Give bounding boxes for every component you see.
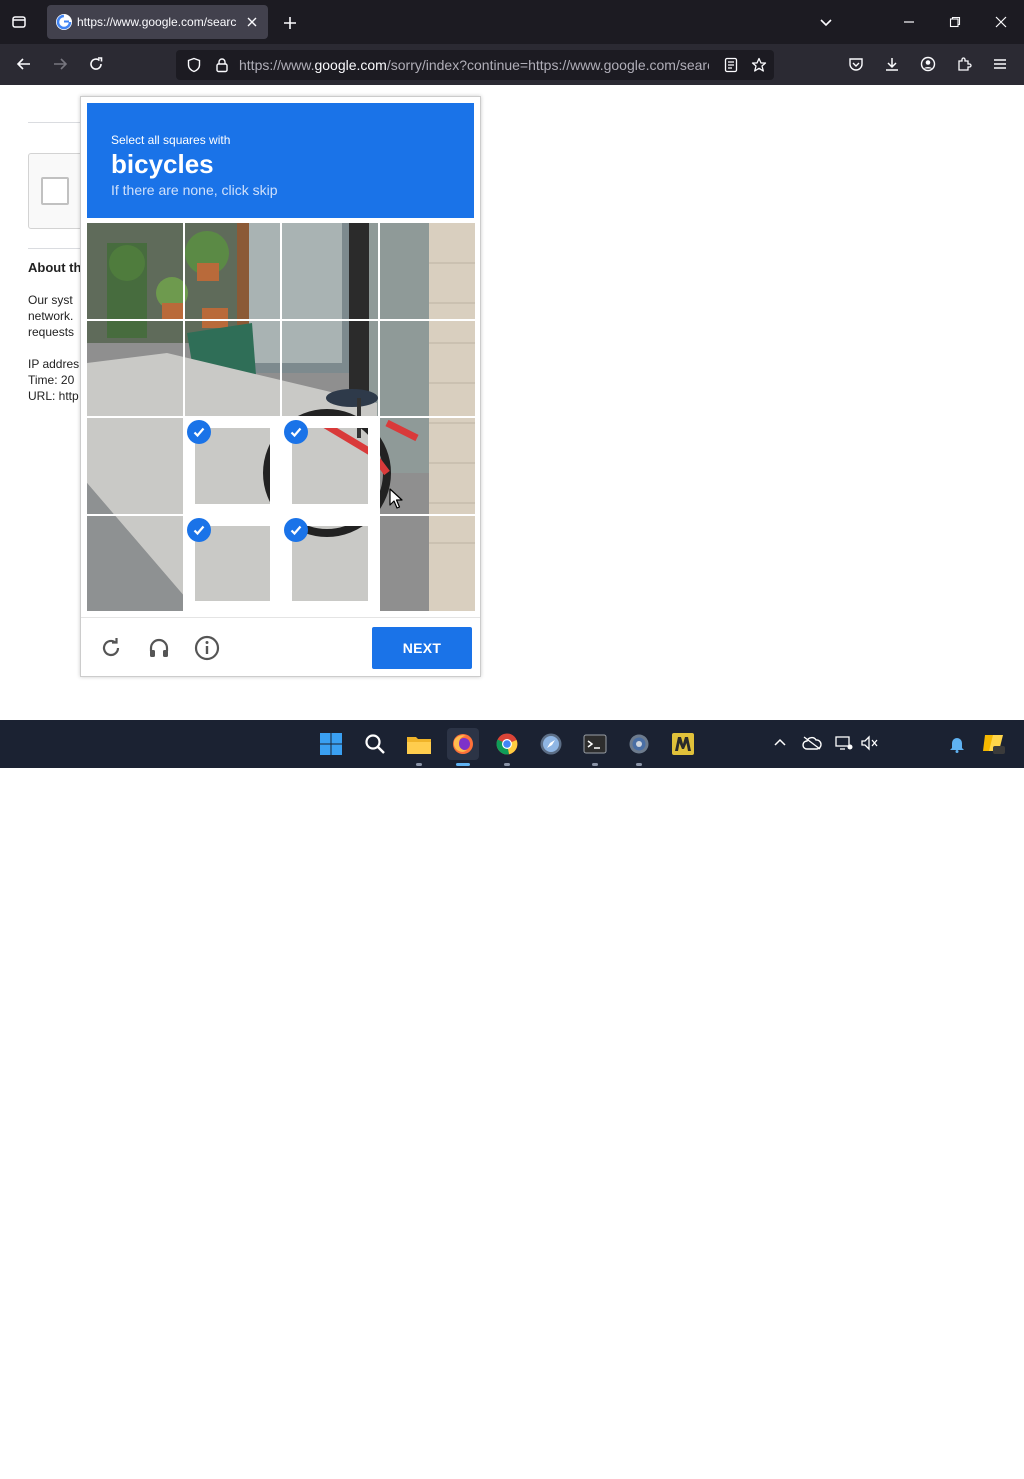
image-tile[interactable] xyxy=(380,223,476,319)
recaptcha-checkbox-widget[interactable] xyxy=(28,153,88,229)
account-icon[interactable] xyxy=(917,53,939,75)
tab-bar: https://www.google.com/searc xyxy=(0,0,1024,44)
address-bar[interactable]: https://www.google.com/sorry/index?conti… xyxy=(176,50,774,80)
windows-taskbar: 2:20 PM 4/1/2024 xyxy=(0,720,1024,1479)
challenge-header: Select all squares with bicycles If ther… xyxy=(87,103,474,218)
minimize-window-icon[interactable] xyxy=(898,11,920,33)
url-prefix: https://www. xyxy=(239,57,315,73)
image-tile[interactable] xyxy=(185,223,281,319)
reload-challenge-icon[interactable] xyxy=(97,634,125,662)
about-line-2: network. xyxy=(28,309,74,323)
tile-selected-check-icon xyxy=(284,420,308,444)
new-tab-icon[interactable] xyxy=(279,12,301,34)
help-info-icon[interactable] xyxy=(193,634,221,662)
image-tile[interactable] xyxy=(282,223,378,319)
about-line-3: requests xyxy=(28,325,75,339)
settings-icon[interactable] xyxy=(623,728,655,766)
extensions-puzzle-icon[interactable] xyxy=(953,53,975,75)
challenge-instruction: Select all squares with xyxy=(111,133,231,147)
tab-overflow-chevron-icon[interactable] xyxy=(815,11,837,33)
safari-like-icon[interactable] xyxy=(535,728,567,760)
m-app-icon[interactable] xyxy=(667,728,699,760)
ip-address-label: IP addres xyxy=(28,357,80,371)
url-text[interactable]: https://www.google.com/sorry/index?conti… xyxy=(239,57,709,73)
bookmark-star-icon[interactable] xyxy=(749,55,769,75)
audio-challenge-headphones-icon[interactable] xyxy=(145,634,173,662)
google-favicon-icon xyxy=(56,14,72,30)
challenge-target-object: bicycles xyxy=(111,149,214,179)
image-tile[interactable] xyxy=(282,321,378,417)
image-tile[interactable] xyxy=(282,515,378,611)
image-tile[interactable] xyxy=(282,418,378,514)
tab-title: https://www.google.com/searc xyxy=(77,15,237,29)
onedrive-cloud-icon[interactable] xyxy=(801,733,823,753)
image-tile[interactable] xyxy=(185,321,281,417)
downloads-icon[interactable] xyxy=(881,53,903,75)
windows-start-icon[interactable] xyxy=(315,728,347,760)
grid-separator xyxy=(377,223,380,611)
terminal-icon[interactable] xyxy=(579,728,611,766)
show-hidden-icons-chevron-icon[interactable] xyxy=(770,733,790,753)
grid-separator xyxy=(87,416,475,418)
close-tab-icon[interactable] xyxy=(243,13,261,31)
close-window-icon[interactable] xyxy=(990,11,1012,33)
image-tile[interactable] xyxy=(184,418,280,514)
divider xyxy=(28,248,88,249)
url-label: URL: http xyxy=(28,389,79,403)
image-tile-grid xyxy=(87,223,475,611)
chrome-icon[interactable] xyxy=(491,728,523,766)
mouse-cursor-icon xyxy=(389,488,403,509)
tile-selected-check-icon xyxy=(186,517,211,542)
recaptcha-challenge: Select all squares with bicycles If ther… xyxy=(80,96,481,677)
time-label: Time: 20 xyxy=(28,373,75,387)
tab-list-icon[interactable] xyxy=(8,11,30,33)
recaptcha-checkbox[interactable] xyxy=(41,177,69,205)
forward-arrow-icon[interactable] xyxy=(49,53,71,75)
image-tile[interactable] xyxy=(87,516,183,612)
volume-muted-icon[interactable] xyxy=(858,733,880,753)
firefox-icon[interactable] xyxy=(447,728,479,766)
restore-window-icon[interactable] xyxy=(944,11,966,33)
reader-view-icon[interactable] xyxy=(721,55,741,75)
image-tile[interactable] xyxy=(380,321,476,417)
clock-date[interactable]: 4/1/2024 xyxy=(884,1465,948,1479)
copilot-pre-icon[interactable] xyxy=(980,730,1006,756)
image-tile[interactable] xyxy=(87,223,183,319)
back-arrow-icon[interactable] xyxy=(13,53,35,75)
url-domain: google.com xyxy=(314,57,387,73)
image-tile[interactable] xyxy=(87,418,183,514)
reload-icon[interactable] xyxy=(85,53,107,75)
hamburger-menu-icon[interactable] xyxy=(989,53,1011,75)
network-icon[interactable] xyxy=(833,733,855,753)
image-tile[interactable] xyxy=(380,516,476,612)
notification-bell-icon[interactable] xyxy=(946,733,968,755)
tile-selected-check-icon xyxy=(284,517,308,542)
challenge-hint: If there are none, click skip xyxy=(111,182,278,198)
about-heading: About th xyxy=(28,260,82,275)
grid-separator xyxy=(87,513,475,516)
search-icon[interactable] xyxy=(359,728,391,760)
tracking-protection-shield-icon[interactable] xyxy=(184,55,204,75)
tile-selected-check-icon xyxy=(186,420,211,444)
browser-tab-active[interactable]: https://www.google.com/searc xyxy=(47,5,268,39)
image-tile[interactable] xyxy=(87,321,183,417)
challenge-footer: NEXT xyxy=(81,617,480,677)
pocket-icon[interactable] xyxy=(845,53,867,75)
url-path: /sorry/index?continue=https://www.google… xyxy=(386,57,709,73)
next-button[interactable]: NEXT xyxy=(372,627,472,669)
divider xyxy=(28,122,88,123)
lock-icon[interactable] xyxy=(212,55,232,75)
clock-time[interactable]: 2:20 PM xyxy=(884,1449,948,1463)
about-line-1: Our syst xyxy=(28,293,73,307)
file-explorer-icon[interactable] xyxy=(403,728,435,766)
image-tile[interactable] xyxy=(184,515,280,611)
